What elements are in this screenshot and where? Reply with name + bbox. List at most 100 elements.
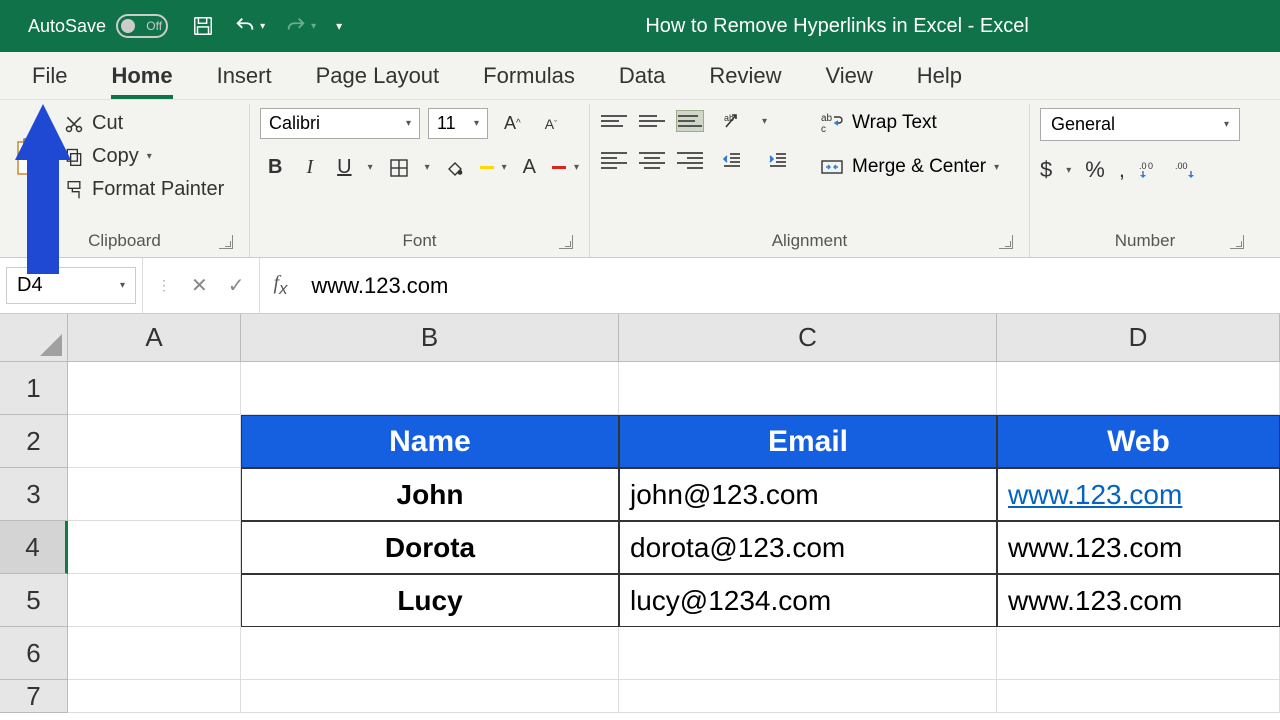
col-header-a[interactable]: A bbox=[68, 314, 241, 362]
header-email[interactable]: Email bbox=[619, 415, 997, 468]
tab-page-layout[interactable]: Page Layout bbox=[294, 53, 462, 99]
row-header-4[interactable]: 4 bbox=[0, 521, 68, 574]
align-left-button[interactable] bbox=[600, 149, 628, 171]
row-header-7[interactable]: 7 bbox=[0, 680, 68, 713]
cell[interactable] bbox=[997, 362, 1280, 415]
align-middle-button[interactable] bbox=[638, 110, 666, 132]
cell[interactable] bbox=[241, 627, 619, 680]
tab-formulas[interactable]: Formulas bbox=[461, 53, 597, 99]
cut-button[interactable]: Cut bbox=[60, 108, 228, 139]
row-header-2[interactable]: 2 bbox=[0, 415, 68, 468]
currency-dropdown[interactable]: ▾ bbox=[1066, 165, 1071, 176]
cell[interactable] bbox=[68, 415, 241, 468]
fx-icon[interactable]: fx bbox=[260, 272, 302, 299]
cell-web-link[interactable]: www.123.com bbox=[997, 468, 1280, 521]
wrap-text-button[interactable]: abc Wrap Text bbox=[816, 108, 1003, 138]
align-bottom-button[interactable] bbox=[676, 110, 704, 132]
font-color-dropdown[interactable]: ▾ bbox=[574, 162, 579, 173]
decrease-indent-button[interactable] bbox=[714, 148, 750, 172]
increase-indent-button[interactable] bbox=[760, 148, 796, 172]
font-name-select[interactable]: Calibri▾ bbox=[260, 108, 420, 139]
cell[interactable] bbox=[241, 362, 619, 415]
orientation-dropdown[interactable]: ▾ bbox=[762, 116, 767, 127]
select-all-corner[interactable] bbox=[0, 314, 68, 362]
formula-expand-icon[interactable]: ⋮ bbox=[157, 277, 171, 294]
row-header-5[interactable]: 5 bbox=[0, 574, 68, 627]
bold-button[interactable]: B bbox=[260, 153, 290, 182]
increase-decimal-button[interactable]: .00 bbox=[1139, 160, 1161, 180]
header-name[interactable]: Name bbox=[241, 415, 619, 468]
tab-review[interactable]: Review bbox=[687, 53, 803, 99]
fill-color-dropdown[interactable]: ▾ bbox=[502, 162, 507, 173]
tab-insert[interactable]: Insert bbox=[195, 53, 294, 99]
borders-dropdown[interactable]: ▾ bbox=[425, 162, 430, 173]
save-icon[interactable] bbox=[192, 15, 214, 37]
row-header-1[interactable]: 1 bbox=[0, 362, 68, 415]
cell-name[interactable]: John bbox=[241, 468, 619, 521]
header-web[interactable]: Web bbox=[997, 415, 1280, 468]
qat-customize-icon[interactable]: ▾ bbox=[336, 19, 342, 33]
cell[interactable] bbox=[68, 362, 241, 415]
formula-input[interactable] bbox=[301, 273, 1280, 299]
italic-button[interactable]: I bbox=[298, 153, 321, 182]
comma-button[interactable]: , bbox=[1119, 157, 1125, 183]
cell[interactable] bbox=[619, 362, 997, 415]
row-header-6[interactable]: 6 bbox=[0, 627, 68, 680]
undo-icon[interactable]: ▾ bbox=[234, 15, 265, 37]
cell-email[interactable]: dorota@123.com bbox=[619, 521, 997, 574]
autosave-toggle[interactable]: AutoSave Off bbox=[28, 14, 168, 38]
borders-button[interactable] bbox=[381, 155, 417, 181]
name-box[interactable]: D4▾ bbox=[6, 267, 136, 304]
font-color-button[interactable]: A bbox=[515, 153, 544, 182]
font-size-select[interactable]: 11▾ bbox=[428, 108, 488, 139]
tab-help[interactable]: Help bbox=[895, 53, 984, 99]
cell[interactable] bbox=[68, 574, 241, 627]
cell[interactable] bbox=[68, 680, 241, 713]
copy-button[interactable]: Copy ▾ bbox=[60, 141, 228, 172]
cell[interactable] bbox=[241, 680, 619, 713]
cell[interactable] bbox=[68, 468, 241, 521]
cell[interactable] bbox=[68, 627, 241, 680]
alignment-dialog-launcher[interactable] bbox=[999, 235, 1013, 249]
clipboard-dialog-launcher[interactable] bbox=[219, 235, 233, 249]
paste-button[interactable] bbox=[10, 108, 54, 208]
cell[interactable] bbox=[619, 680, 997, 713]
align-right-button[interactable] bbox=[676, 149, 704, 171]
underline-dropdown[interactable]: ▾ bbox=[368, 162, 373, 173]
decrease-font-icon[interactable]: Aˇ bbox=[537, 113, 565, 135]
cell-email[interactable]: john@123.com bbox=[619, 468, 997, 521]
tab-data[interactable]: Data bbox=[597, 53, 687, 99]
fill-color-button[interactable] bbox=[438, 157, 472, 179]
cell[interactable] bbox=[68, 521, 241, 574]
toggle-switch[interactable]: Off bbox=[116, 14, 168, 38]
tab-file[interactable]: File bbox=[10, 53, 89, 99]
cell[interactable] bbox=[997, 680, 1280, 713]
align-top-button[interactable] bbox=[600, 110, 628, 132]
col-header-d[interactable]: D bbox=[997, 314, 1280, 362]
underline-button[interactable]: U bbox=[329, 153, 359, 182]
redo-icon[interactable]: ▾ bbox=[285, 15, 316, 37]
decrease-decimal-button[interactable]: .00 bbox=[1175, 160, 1197, 180]
number-format-select[interactable]: General▾ bbox=[1040, 108, 1240, 141]
row-header-3[interactable]: 3 bbox=[0, 468, 68, 521]
merge-center-button[interactable]: Merge & Center ▾ bbox=[816, 152, 1003, 182]
tab-view[interactable]: View bbox=[803, 53, 894, 99]
confirm-formula-icon[interactable]: ✓ bbox=[228, 273, 245, 298]
cell-name[interactable]: Dorota bbox=[241, 521, 619, 574]
cancel-formula-icon[interactable]: ✕ bbox=[191, 273, 208, 298]
cell[interactable] bbox=[997, 627, 1280, 680]
cell-name[interactable]: Lucy bbox=[241, 574, 619, 627]
currency-button[interactable]: $ bbox=[1040, 157, 1052, 183]
font-dialog-launcher[interactable] bbox=[559, 235, 573, 249]
orientation-button[interactable]: ab bbox=[714, 108, 752, 134]
tab-home[interactable]: Home bbox=[89, 53, 194, 99]
align-center-button[interactable] bbox=[638, 149, 666, 171]
format-painter-button[interactable]: Format Painter bbox=[60, 174, 228, 205]
col-header-c[interactable]: C bbox=[619, 314, 997, 362]
col-header-b[interactable]: B bbox=[241, 314, 619, 362]
cell-email[interactable]: lucy@1234.com bbox=[619, 574, 997, 627]
percent-button[interactable]: % bbox=[1085, 157, 1105, 183]
cell-web[interactable]: www.123.com bbox=[997, 574, 1280, 627]
increase-font-icon[interactable]: A^ bbox=[496, 110, 529, 137]
cell-web[interactable]: www.123.com bbox=[997, 521, 1280, 574]
